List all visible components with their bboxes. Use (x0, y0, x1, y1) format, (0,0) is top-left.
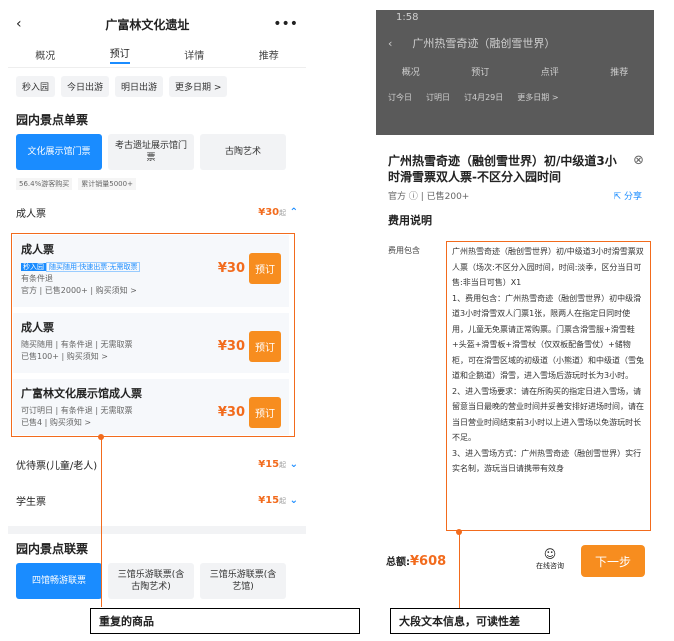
right-screen: 1:58 ‹ 广州热雪奇迹（融创雪世界） 概况 预订 点评 推荐 订今日 订明日 订4月29… (376, 10, 654, 600)
total: 总额:¥608 (386, 554, 447, 569)
combo-tabs: 四馆畅游联票 三馆乐游联票(含古陶艺术) 三馆乐游联票(含艺馆) (8, 563, 306, 599)
highlight-box (11, 233, 295, 437)
tab-bar: 概况 预订 详情 推荐 (8, 42, 306, 68)
callout-line (101, 437, 102, 607)
combo-tab[interactable]: 四馆畅游联票 (16, 563, 102, 599)
bg-tab: 推荐 (610, 68, 629, 78)
youdai-row[interactable]: 优待票(儿童/老人) ¥15起 ⌄ (8, 450, 306, 478)
tab-overview[interactable]: 概况 (35, 47, 55, 62)
student-row[interactable]: 学生票 ¥15起 ⌄ (8, 486, 306, 514)
row-label: 成人票 (16, 208, 46, 220)
chip-tomorrow[interactable]: 明日出游 (115, 76, 164, 97)
chip-instant[interactable]: 秒入园 (16, 76, 56, 97)
lower-list: 优待票(儿童/老人) ¥15起 ⌄ 学生票 ¥15起 ⌄ 园内景点联票 四馆畅游联票… (8, 450, 306, 599)
tab-recommend[interactable]: 推荐 (259, 47, 279, 62)
row-label: 学生票 (16, 496, 46, 508)
fee-heading: 费用说明 (388, 214, 432, 227)
next-button[interactable]: 下一步 (581, 545, 645, 577)
page-title: 广富林文化遗址 (105, 17, 190, 32)
bg-tab: 预订 (471, 68, 490, 78)
sheet-sub: 官方 ⓘ | 已售200+ (388, 192, 470, 202)
row-label: 优待票(儿童/老人) (16, 460, 98, 472)
callout-right: 大段文本信息，可读性差 (390, 608, 550, 634)
chip-more-dates[interactable]: 更多日期 > (169, 76, 228, 97)
callout-line (459, 532, 460, 608)
bg-title: 广州热雪奇迹（融创雪世界） (412, 37, 556, 50)
back-icon[interactable]: ‹ (16, 16, 22, 32)
date-chips: 秒入园 今日出游 明日出游 更多日期 > (8, 68, 306, 105)
chat-icon: ☺ (543, 547, 557, 561)
fee-label: 费用包含 (388, 246, 420, 255)
bg-date: 订4月29日 (464, 93, 504, 102)
callout-left: 重复的商品 (90, 608, 360, 634)
share-button[interactable]: ⇱ 分享 (614, 189, 642, 202)
meta-text: 累计销量5000+ (78, 178, 136, 190)
ticket-tab[interactable]: 古陶艺术 (200, 134, 286, 170)
detail-sheet: 广州热雪奇迹（融创雪世界）初/中级道3小时滑雪票双人票-不区分入园时间 ⊗ 官方… (376, 135, 654, 600)
row-price: ¥15起 ⌄ (258, 494, 298, 506)
row-price: ¥30起 ⌃ (258, 206, 298, 218)
ticket-type-tabs: 文化展示馆门票 考古遗址展示馆门票 古陶艺术 (8, 134, 306, 170)
combo-tab[interactable]: 三馆乐游联票(含古陶艺术) (108, 563, 194, 599)
back-icon: ‹ (388, 36, 393, 50)
sales-meta: 56.4%游客购买 累计销量5000+ (8, 170, 306, 198)
adult-ticket-row[interactable]: 成人票 ¥30起 ⌃ (8, 198, 306, 226)
row-price: ¥15起 ⌄ (258, 458, 298, 470)
bg-tab: 概况 (401, 68, 420, 78)
bg-date: 订明日 (426, 93, 450, 102)
more-icon[interactable]: ••• (273, 16, 298, 32)
header: ‹ 广富林文化遗址 ••• (8, 6, 306, 42)
sheet-title: 广州热雪奇迹（融创雪世界）初/中级道3小时滑雪票双人票-不区分入园时间 (388, 154, 617, 184)
bg-date: 订今日 (388, 93, 412, 102)
status-time: 1:58 (396, 12, 419, 23)
tab-booking[interactable]: 预订 (109, 45, 130, 64)
ticket-tab[interactable]: 文化展示馆门票 (16, 134, 102, 170)
combo-tab[interactable]: 三馆乐游联票(含艺馆) (200, 563, 286, 599)
chip-today[interactable]: 今日出游 (61, 76, 110, 97)
bg-tab: 点评 (540, 68, 559, 78)
consult-button[interactable]: ☺ 在线咨询 (536, 547, 564, 571)
ticket-tab[interactable]: 考古遗址展示馆门票 (108, 134, 194, 170)
fee-text: 广州热雪奇迹（融创雪世界）初/中级道3小时滑雪票双人票（场次:不区分入园时间，时… (446, 241, 651, 531)
callout-dot (98, 434, 104, 440)
bg-date: 更多日期 > (517, 93, 559, 102)
tab-details[interactable]: 详情 (184, 47, 204, 62)
section-title-single: 园内景点单票 (16, 113, 89, 127)
callout-dot (456, 529, 462, 535)
background-page: 1:58 ‹ 广州热雪奇迹（融创雪世界） 概况 预订 点评 推荐 订今日 订明日 订4月29… (376, 10, 654, 135)
meta-text: 56.4%游客购买 (16, 178, 73, 190)
close-icon[interactable]: ⊗ (633, 153, 644, 168)
section-title-combo: 园内景点联票 (16, 542, 89, 556)
